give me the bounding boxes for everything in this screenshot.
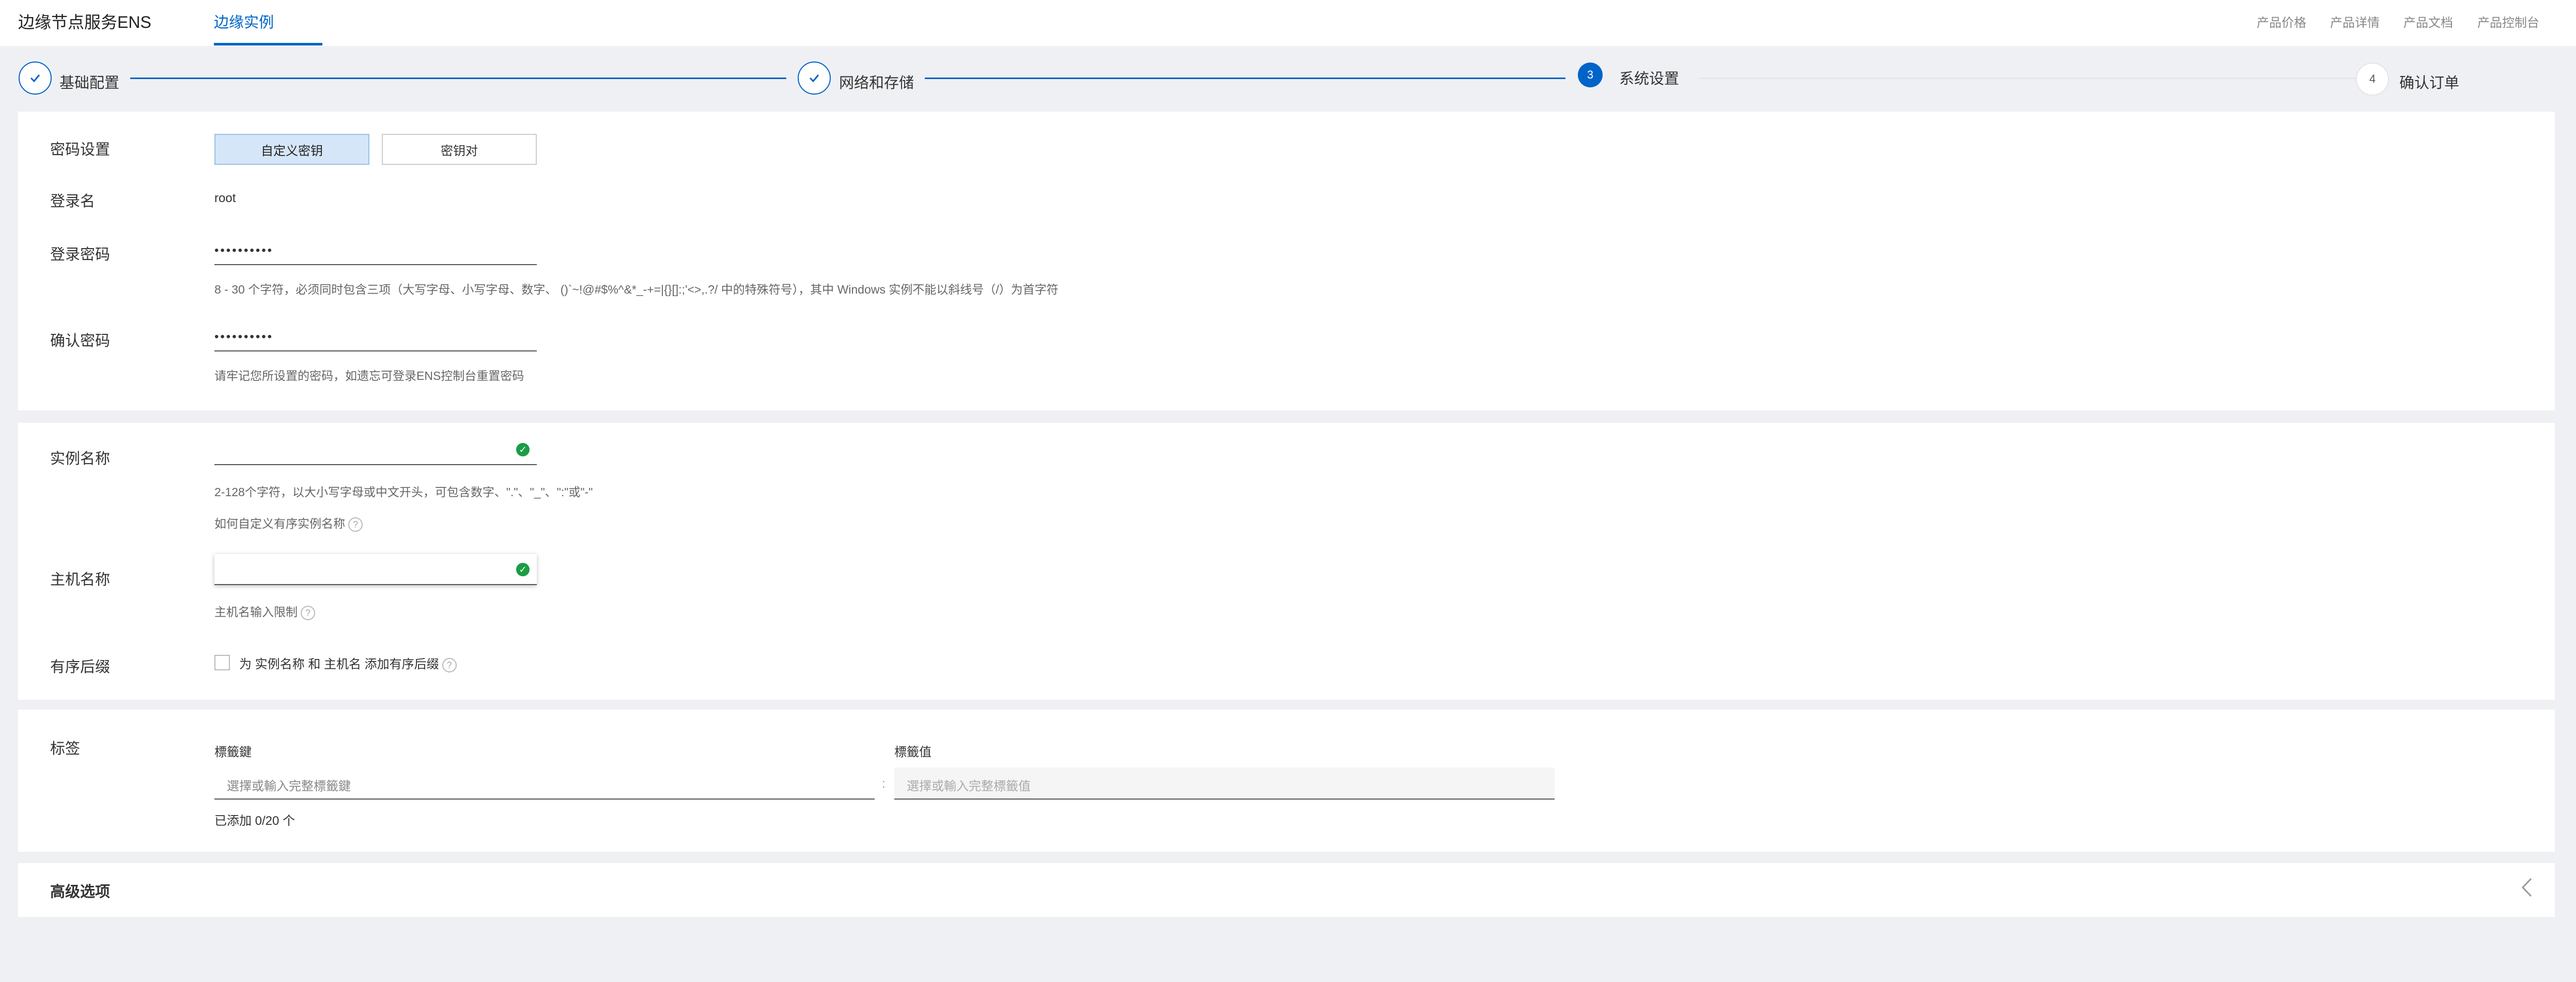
link-product-pricing[interactable]: 产品价格 — [2257, 12, 2306, 30]
tag-key-header: 標籤鍵 — [214, 745, 252, 759]
ordered-suffix-label: 有序后缀 — [50, 659, 111, 676]
instance-name-input[interactable]: ✓ — [214, 434, 537, 465]
tab-edge-instance[interactable]: 边缘实例 — [214, 10, 274, 32]
custom-order-help-link[interactable]: 如何自定义有序实例名称? — [214, 514, 363, 532]
login-name-value: root — [214, 191, 236, 205]
question-circle-icon[interactable]: ? — [348, 517, 363, 532]
link-product-docs[interactable]: 产品文档 — [2403, 12, 2453, 30]
advanced-options-card[interactable]: 高级选项 — [18, 863, 2555, 917]
password-value: •••••••••• — [214, 243, 274, 257]
password-settings-card: 密码设置 自定义密钥 密钥对 登录名 root 登录密码 •••••••••• … — [18, 112, 2555, 410]
tags-added-count: 已添加 0/20 个 — [214, 814, 296, 828]
confirm-password-value: •••••••••• — [214, 330, 274, 344]
host-name-hint-text: 主机名输入限制 — [214, 605, 298, 619]
question-circle-icon[interactable]: ? — [442, 657, 457, 672]
ordered-suffix-option[interactable]: 为 实例名称 和 主机名 添加有序后缀? — [239, 654, 457, 672]
tag-key-placeholder: 選擇或輸入完整標籤鍵 — [227, 779, 351, 793]
ordered-suffix-text: 为 实例名称 和 主机名 添加有序后缀 — [239, 657, 439, 671]
login-password-input[interactable]: •••••••••• — [214, 234, 537, 265]
tag-value-input[interactable]: 選擇或輸入完整標籤值 — [894, 768, 1555, 800]
check-circle-icon: ✓ — [516, 443, 530, 456]
step-4-label: 确认订单 — [2399, 75, 2460, 91]
step-3-number: 3 — [1578, 63, 1603, 87]
advanced-options-label: 高级选项 — [50, 884, 111, 900]
ordered-suffix-checkbox[interactable] — [214, 655, 230, 670]
password-settings-label: 密码设置 — [50, 142, 111, 158]
instance-name-hint: 2-128个字符，以大小写字母或中文开头，可包含数字、"."、"_"、":"或"… — [214, 485, 593, 499]
step-1-label: 基础配置 — [59, 75, 120, 91]
tag-separator: : — [882, 777, 886, 791]
link-product-console[interactable]: 产品控制台 — [2477, 12, 2539, 30]
step-connector — [925, 78, 1565, 79]
custom-key-button[interactable]: 自定义密钥 — [214, 134, 369, 165]
wizard-steps: 基础配置 网络和存储 3 系统设置 4 确认订单 — [0, 46, 2576, 108]
tab-active-indicator — [214, 43, 322, 45]
chevron-left-icon[interactable] — [2519, 874, 2534, 906]
check-circle-icon: ✓ — [516, 563, 530, 576]
top-bar: 边缘节点服务ENS 边缘实例 产品价格 产品详情 产品文档 产品控制台 — [0, 0, 2576, 46]
step-connector — [130, 78, 786, 79]
confirm-password-hint: 请牢记您所设置的密码，如遗忘可登录ENS控制台重置密码 — [214, 369, 524, 382]
login-name-label: 登录名 — [50, 193, 96, 210]
key-pair-button[interactable]: 密钥对 — [382, 134, 537, 165]
custom-order-hint-text: 如何自定义有序实例名称 — [214, 517, 345, 530]
step-connector — [1700, 78, 2356, 79]
confirm-password-input[interactable]: •••••••••• — [214, 320, 537, 351]
host-name-input[interactable]: ✓ — [214, 554, 537, 585]
login-password-label: 登录密码 — [50, 247, 111, 263]
host-name-label: 主机名称 — [50, 572, 111, 588]
confirm-password-label: 确认密码 — [50, 333, 111, 349]
step-1-check-icon — [19, 62, 52, 95]
step-3-label: 系统设置 — [1619, 71, 1680, 87]
tag-value-placeholder: 選擇或輸入完整標籤值 — [907, 779, 1031, 793]
naming-card: 实例名称 ✓ 2-128个字符，以大小写字母或中文开头，可包含数字、"."、"_… — [18, 423, 2555, 700]
tag-key-input[interactable]: 選擇或輸入完整標籤鍵 — [214, 768, 875, 800]
link-product-details[interactable]: 产品详情 — [2330, 12, 2380, 30]
host-name-help-link[interactable]: 主机名输入限制? — [214, 602, 315, 620]
app-title: 边缘节点服务ENS — [18, 13, 151, 32]
password-hint: 8 - 30 个字符，必须同时包含三项（大写字母、小写字母、数字、 ()`~!@… — [214, 283, 1059, 296]
step-4-number: 4 — [2356, 63, 2389, 96]
tags-label: 标签 — [50, 741, 81, 757]
step-2-check-icon — [798, 62, 831, 95]
step-2-label: 网络和存储 — [839, 75, 914, 91]
question-circle-icon[interactable]: ? — [301, 605, 315, 620]
tag-value-header: 標籤值 — [894, 745, 932, 759]
instance-name-label: 实例名称 — [50, 451, 111, 467]
tags-card: 标签 標籤鍵 標籤值 選擇或輸入完整標籤鍵 : 選擇或輸入完整標籤值 已添加 0… — [18, 710, 2555, 852]
